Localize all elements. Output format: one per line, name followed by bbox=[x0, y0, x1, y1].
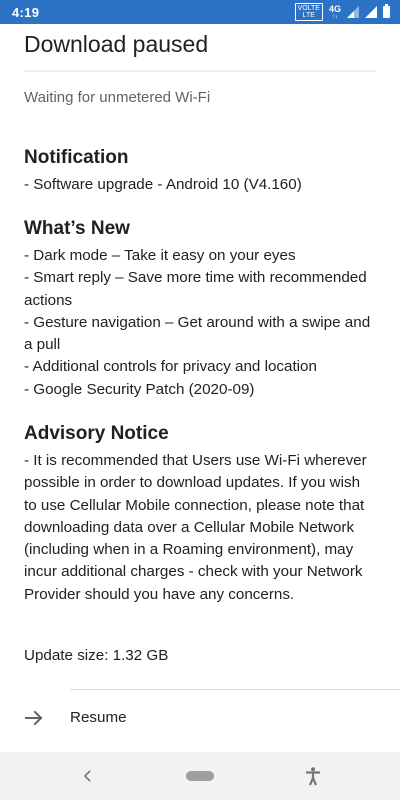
notification-line: - Software upgrade - Android 10 (V4.160) bbox=[24, 176, 302, 193]
volte-top-label: VOLTE bbox=[297, 5, 320, 12]
status-icons: VOLTE LTE 4G ↑↓ bbox=[294, 3, 390, 21]
network-type-icon: 4G ↑↓ bbox=[328, 3, 341, 20]
resume-label: Resume bbox=[70, 709, 127, 726]
accessibility-icon[interactable] bbox=[303, 766, 323, 786]
advisory-line: Provider should you have any concerns. bbox=[24, 585, 295, 603]
signal-icon bbox=[347, 6, 359, 18]
data-arrows-icon: ↑↓ bbox=[331, 13, 338, 20]
whats-new-line: - Smart reply – Save more time with reco… bbox=[24, 269, 367, 287]
arrow-right-icon bbox=[25, 710, 43, 726]
back-icon[interactable] bbox=[80, 768, 94, 784]
notification-section: Notification - Software upgrade - Androi… bbox=[24, 146, 376, 196]
notification-heading: Notification bbox=[24, 147, 129, 168]
battery-icon bbox=[383, 4, 390, 18]
whats-new-line: - Google Security Patch (2020-09) bbox=[24, 380, 255, 398]
navigation-bar bbox=[0, 752, 400, 800]
volte-bottom-label: LTE bbox=[302, 12, 315, 19]
whats-new-line: - Additional controls for privacy and lo… bbox=[24, 358, 317, 376]
divider bbox=[70, 689, 400, 690]
advisory-line: - It is recommended that Users use Wi-Fi… bbox=[24, 452, 367, 469]
whats-new-line: a pull bbox=[24, 336, 61, 354]
status-bar: 4:19 VOLTE LTE 4G ↑↓ bbox=[0, 0, 400, 24]
whats-new-line: - Dark mode – Take it easy on your eyes bbox=[24, 247, 296, 264]
advisory-line: possible in order to download updates. I… bbox=[24, 474, 361, 492]
advisory-line: downloading data over a Cellular Mobile … bbox=[24, 518, 355, 536]
update-size: Update size: 1.32 GB bbox=[24, 647, 169, 664]
divider bbox=[24, 70, 376, 72]
home-pill-button[interactable] bbox=[186, 771, 214, 781]
status-subtitle: Waiting for unmetered Wi-Fi bbox=[24, 89, 211, 106]
resume-button[interactable]: Resume bbox=[0, 695, 400, 741]
volte-icon: VOLTE LTE bbox=[294, 3, 323, 21]
status-time: 4:19 bbox=[12, 4, 40, 20]
advisory-line: to use Cellular Mobile connection, pleas… bbox=[24, 496, 365, 514]
whats-new-line: - Gesture navigation – Get around with a… bbox=[24, 313, 371, 331]
network-type-label: 4G bbox=[328, 3, 341, 14]
whats-new-line: actions bbox=[24, 291, 73, 309]
whats-new-heading: What’s New bbox=[24, 218, 130, 239]
page-title: Download paused bbox=[24, 31, 209, 57]
advisory-section: Advisory Notice - It is recommended that… bbox=[24, 422, 376, 606]
advisory-line: incur additional charges - check with yo… bbox=[24, 563, 363, 581]
header: Download paused bbox=[24, 24, 376, 60]
advisory-line: (including when in a Roaming environment… bbox=[24, 541, 354, 559]
whats-new-section: What’s New - Dark mode – Take it easy on… bbox=[24, 217, 376, 401]
signal-icon-2 bbox=[365, 6, 377, 18]
advisory-heading: Advisory Notice bbox=[24, 423, 169, 444]
